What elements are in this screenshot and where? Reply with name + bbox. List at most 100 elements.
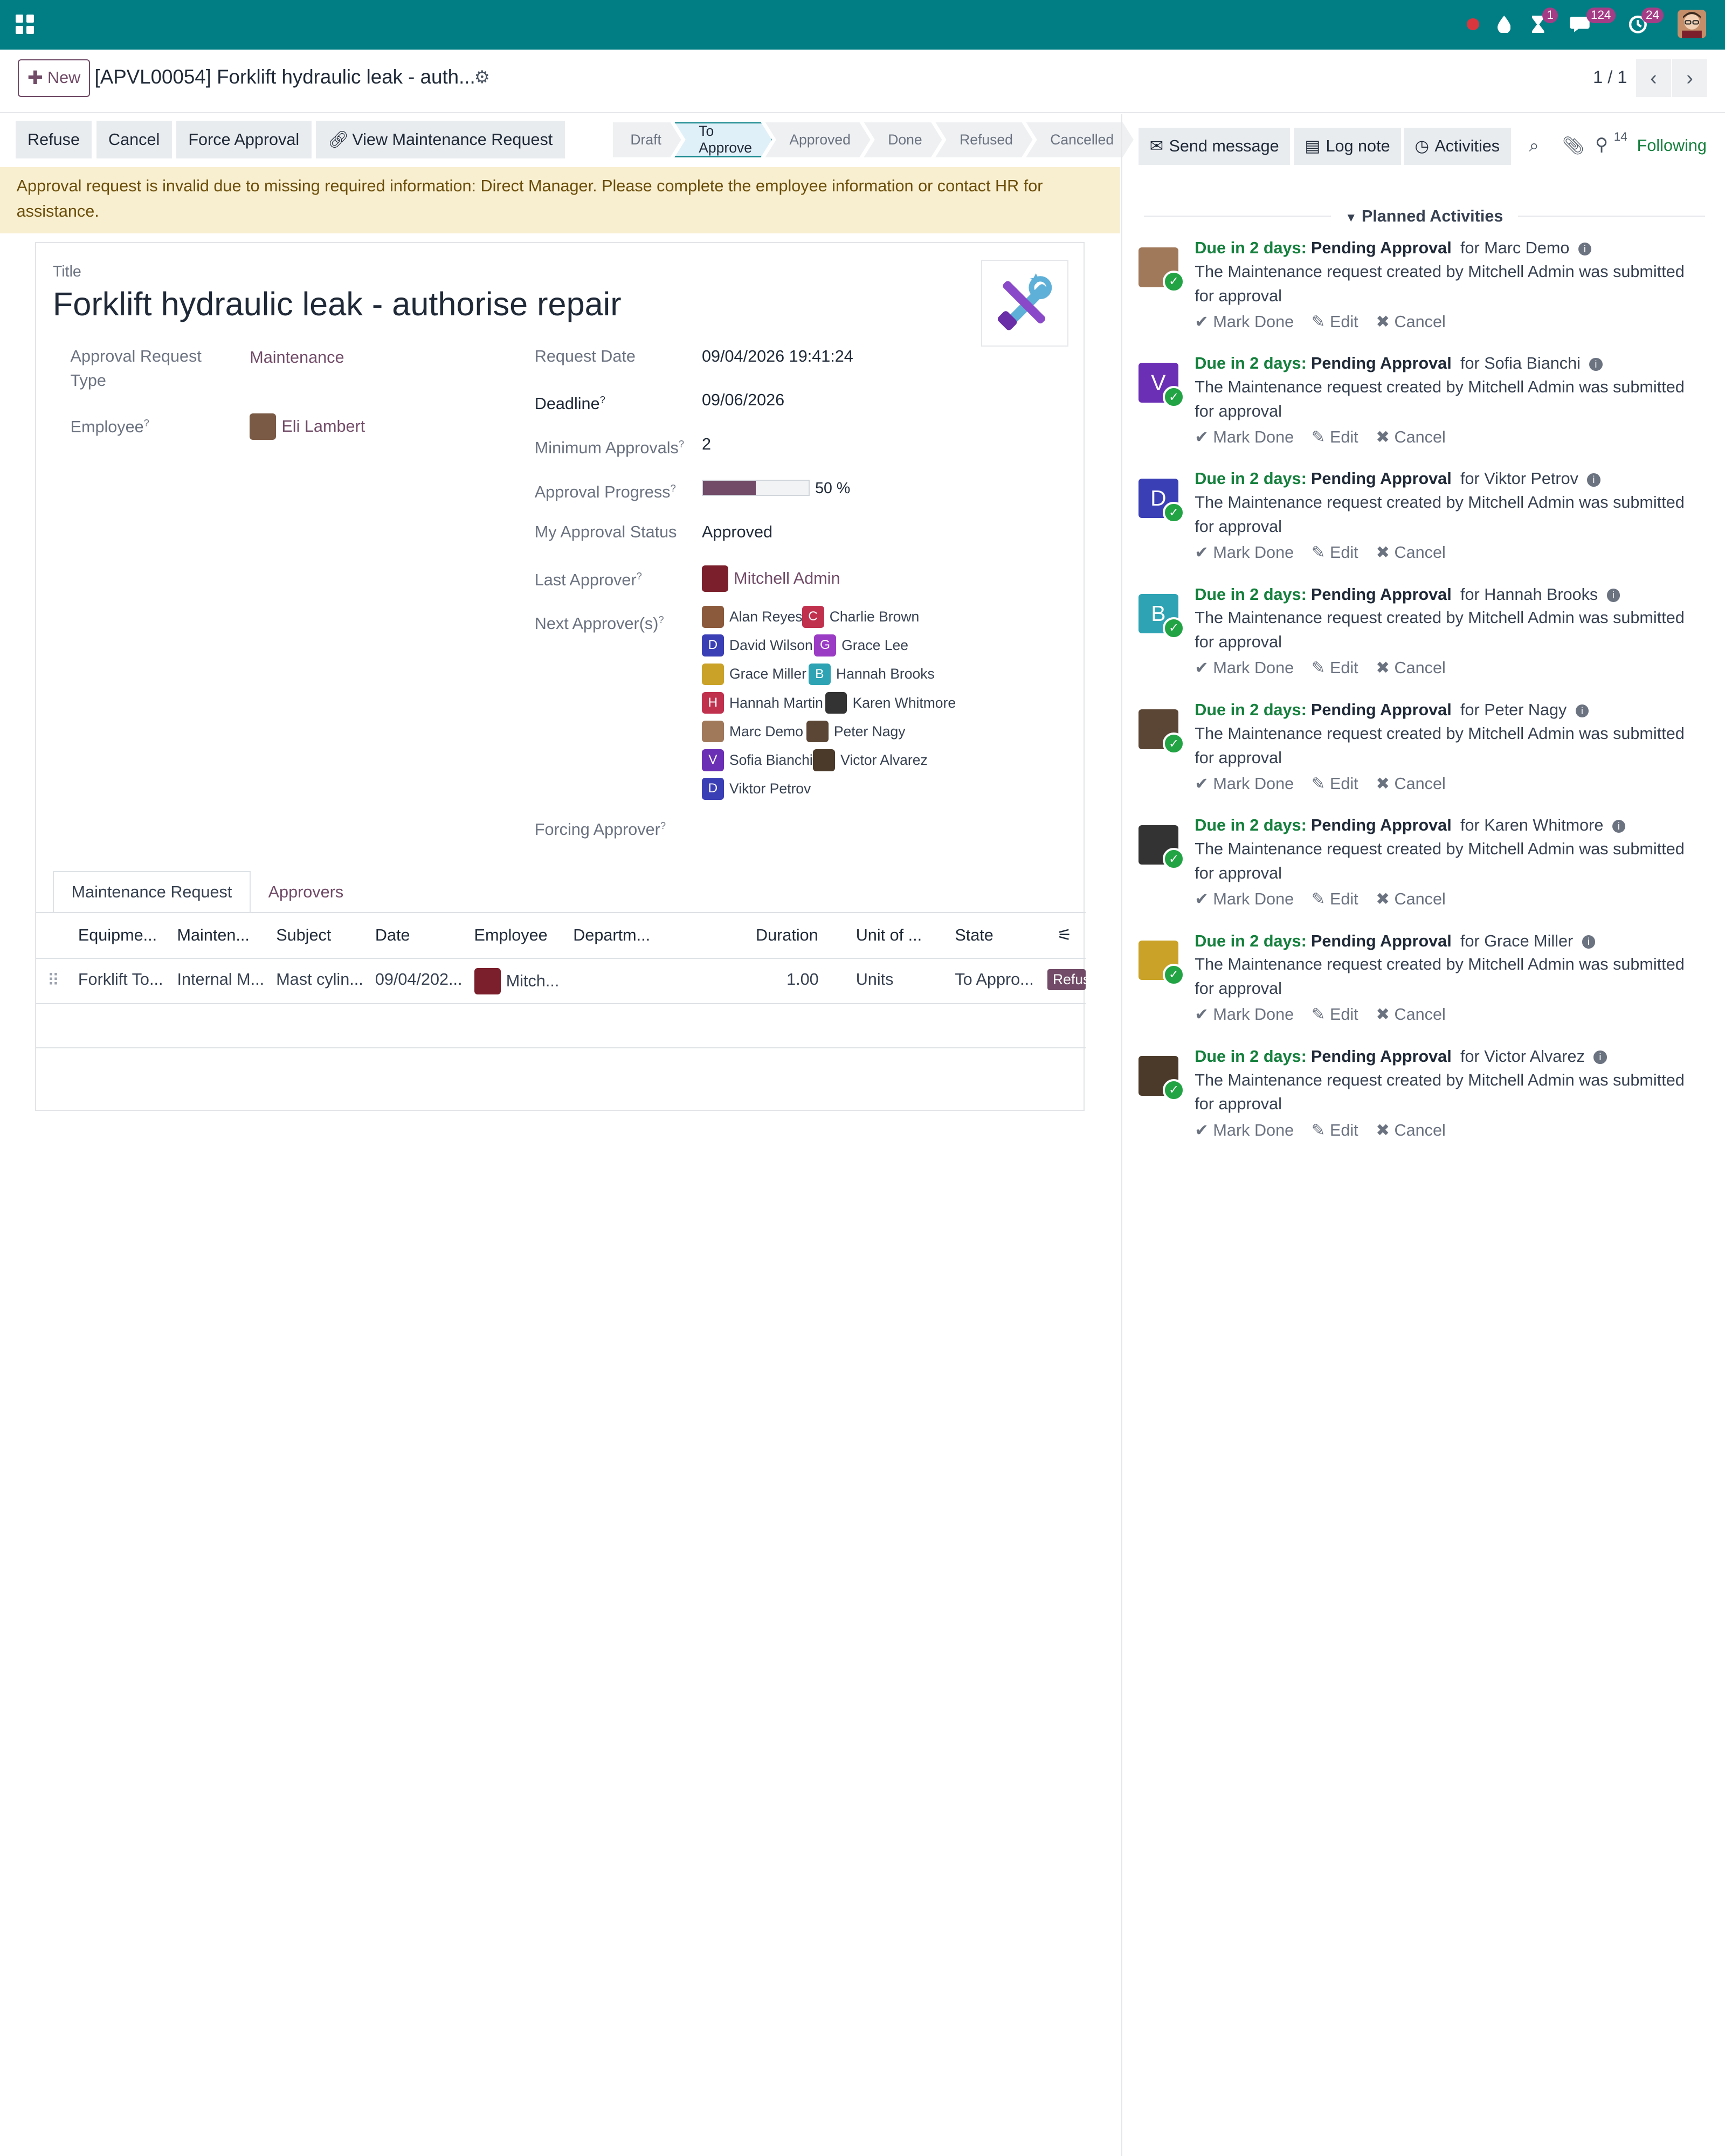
next-approver-item[interactable]: V Sofia Bianchi	[701, 749, 813, 771]
cancel-button[interactable]: Cancel	[96, 121, 172, 158]
edit-activity-button[interactable]: ✎ Edit	[1312, 428, 1358, 447]
info-icon[interactable]: i	[1582, 935, 1596, 949]
cancel-activity-button[interactable]: ✖ Cancel	[1376, 890, 1445, 909]
recording-dot-icon[interactable]	[1464, 10, 1482, 38]
col-equipment[interactable]: Equipme...	[78, 926, 157, 945]
followers-icon[interactable]: ⚲	[1595, 134, 1608, 155]
next-approver-item[interactable]: D David Wilson	[701, 634, 813, 657]
mark-done-button[interactable]: ✔ Mark Done	[1195, 1005, 1294, 1024]
mark-done-button[interactable]: ✔ Mark Done	[1195, 890, 1294, 909]
mark-done-button[interactable]: ✔ Mark Done	[1195, 1121, 1294, 1140]
next-approver-item[interactable]: D Viktor Petrov	[701, 777, 811, 800]
info-icon[interactable]: i	[1606, 589, 1620, 602]
last-approver-value[interactable]: Mitchell Admin	[701, 565, 840, 592]
next-approver-item[interactable]: B Hannah Brooks	[808, 663, 935, 686]
cancel-activity-button[interactable]: ✖ Cancel	[1376, 543, 1445, 562]
next-approver-item[interactable]: Peter Nagy	[806, 720, 906, 743]
col-state[interactable]: State	[955, 926, 993, 945]
tab-maintenance-request[interactable]: Maintenance Request	[52, 871, 251, 913]
employee-value[interactable]: Eli Lambert	[250, 413, 365, 440]
next-approver-item[interactable]: G Grace Lee	[814, 634, 908, 657]
column-settings-icon[interactable]: ⚟	[1057, 926, 1072, 945]
activity-hourglass-icon[interactable]: 1	[1527, 8, 1558, 38]
info-icon[interactable]: i	[1575, 704, 1589, 718]
col-department[interactable]: Departm...	[573, 926, 650, 945]
mark-done-button[interactable]: ✔ Mark Done	[1195, 313, 1294, 331]
new-button[interactable]: ✚ New	[17, 59, 91, 97]
next-approver-item[interactable]: Victor Alvarez	[813, 749, 928, 771]
col-duration[interactable]: Duration	[756, 926, 818, 945]
col-maintenance[interactable]: Mainten...	[177, 926, 250, 945]
following-button[interactable]: Following	[1637, 136, 1707, 155]
row-refuse-button[interactable]: Refuse	[1047, 969, 1086, 990]
info-icon[interactable]: i	[1612, 819, 1626, 833]
cancel-activity-button[interactable]: ✖ Cancel	[1376, 313, 1445, 331]
gear-icon[interactable]: ⚙	[474, 67, 490, 87]
send-message-button[interactable]: ✉ Send message	[1138, 127, 1291, 165]
user-avatar[interactable]	[1678, 10, 1707, 39]
activities-button[interactable]: ◷ Activities	[1404, 127, 1511, 165]
edit-activity-button[interactable]: ✎ Edit	[1312, 775, 1358, 793]
next-approver-item[interactable]: Marc Demo	[701, 720, 803, 743]
mark-done-button[interactable]: ✔ Mark Done	[1195, 543, 1294, 562]
drop-icon[interactable]	[1494, 10, 1514, 38]
next-approver-item[interactable]: H Hannah Martin	[701, 692, 823, 714]
edit-activity-button[interactable]: ✎ Edit	[1312, 890, 1358, 909]
pager-previous-button[interactable]: ‹	[1636, 59, 1671, 97]
edit-activity-button[interactable]: ✎ Edit	[1312, 659, 1358, 678]
col-employee[interactable]: Employee	[474, 926, 548, 945]
activity-item: ✓ Due in 2 days: Pending Approval for Marc …	[1138, 239, 1710, 349]
min-approvals-value[interactable]: 2	[702, 432, 711, 457]
stage-cancelled[interactable]: Cancelled	[1026, 122, 1134, 157]
mark-done-label: Mark Done	[1213, 427, 1294, 446]
cancel-activity-button[interactable]: ✖ Cancel	[1376, 659, 1445, 678]
info-icon[interactable]: i	[1578, 242, 1592, 255]
edit-activity-button[interactable]: ✎ Edit	[1312, 313, 1358, 331]
info-icon[interactable]: i	[1587, 473, 1600, 487]
edit-activity-button[interactable]: ✎ Edit	[1312, 1121, 1358, 1140]
mark-done-button[interactable]: ✔ Mark Done	[1195, 428, 1294, 447]
deadline-value[interactable]: 09/06/2026	[702, 388, 784, 412]
edit-activity-button[interactable]: ✎ Edit	[1312, 1005, 1358, 1024]
paperclip-icon[interactable]: 📎︎	[1562, 135, 1584, 156]
next-approver-item[interactable]: C Charlie Brown	[802, 606, 919, 628]
info-icon[interactable]: i	[1593, 1051, 1607, 1064]
next-approver-item[interactable]: Grace Miller	[701, 663, 806, 686]
mark-done-button[interactable]: ✔ Mark Done	[1195, 659, 1294, 678]
tab-approvers[interactable]: Approvers	[251, 871, 361, 913]
col-date[interactable]: Date	[375, 926, 410, 945]
search-icon[interactable]: ⌕	[1529, 135, 1539, 156]
pager-next-button[interactable]: ›	[1672, 59, 1708, 97]
edit-activity-button[interactable]: ✎ Edit	[1312, 543, 1358, 562]
refuse-button[interactable]: Refuse	[15, 121, 92, 158]
apps-menu-icon[interactable]	[15, 14, 36, 34]
request-date-value[interactable]: 09/04/2026 19:41:24	[702, 344, 853, 369]
force-approval-button[interactable]: Force Approval	[176, 121, 312, 158]
next-approver-item[interactable]: Karen Whitmore	[825, 692, 956, 714]
messages-icon[interactable]: 124	[1569, 8, 1616, 38]
stage-done[interactable]: Done	[864, 122, 942, 157]
stage-to-approve[interactable]: To Approve	[674, 122, 771, 157]
log-note-button[interactable]: ▤ Log note	[1293, 127, 1402, 165]
cancel-activity-button[interactable]: ✖ Cancel	[1376, 428, 1445, 447]
stage-approved[interactable]: Approved	[765, 122, 870, 157]
info-icon[interactable]: i	[1589, 357, 1603, 371]
planned-activities-toggle[interactable]: ▼ Planned Activities	[1122, 207, 1725, 226]
next-approver-item[interactable]: Alan Reyes	[701, 606, 803, 628]
stage-refused[interactable]: Refused	[935, 122, 1032, 157]
updates-icon[interactable]: 24	[1626, 8, 1664, 38]
stage-draft[interactable]: Draft	[613, 122, 681, 157]
cancel-activity-button[interactable]: ✖ Cancel	[1376, 1121, 1445, 1140]
drag-handle-icon[interactable]: ⠿	[47, 971, 59, 990]
col-unit[interactable]: Unit of ...	[856, 926, 922, 945]
col-subject[interactable]: Subject	[276, 926, 331, 945]
record-title-field[interactable]: Forklift hydraulic leak - authorise repa…	[53, 285, 622, 323]
pager-value[interactable]: 1 / 1	[1593, 67, 1627, 87]
approval-type-value[interactable]: Maintenance	[250, 345, 344, 370]
cancel-activity-button[interactable]: ✖ Cancel	[1376, 775, 1445, 793]
mark-done-button[interactable]: ✔ Mark Done	[1195, 775, 1294, 793]
table-row[interactable]: ⠿ Forklift To... Internal M... Mast cyli…	[36, 959, 1086, 1003]
view-maintenance-request-button[interactable]: 🔗︎ View Maintenance Request	[315, 121, 565, 158]
cancel-activity-button[interactable]: ✖ Cancel	[1376, 1005, 1445, 1024]
activity-due: Due in 2 days:	[1195, 469, 1307, 488]
